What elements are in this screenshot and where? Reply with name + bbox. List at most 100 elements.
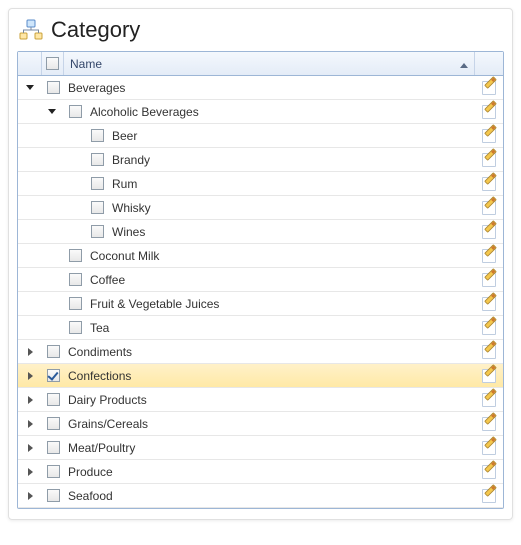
edit-button[interactable] [475,340,503,363]
row-name-cell[interactable]: Produce [64,460,475,483]
expand-toggle[interactable] [18,436,42,459]
row-checkbox[interactable] [64,316,86,339]
expand-toggle[interactable] [18,100,64,123]
checkbox-icon [47,369,60,382]
expand-toggle[interactable] [18,340,42,363]
edit-button[interactable] [475,268,503,291]
row-checkbox[interactable] [64,100,86,123]
expand-toggle[interactable] [18,76,42,99]
row-label: Produce [68,465,113,479]
row-checkbox[interactable] [42,412,64,435]
row-name-cell[interactable]: Confections [64,364,475,387]
row-name-cell[interactable]: Whisky [108,196,475,219]
row-checkbox[interactable] [86,148,108,171]
expand-toggle[interactable] [18,364,42,387]
edit-button[interactable] [475,124,503,147]
row-checkbox[interactable] [42,436,64,459]
row-checkbox[interactable] [64,268,86,291]
tree-row[interactable]: Condiments [18,340,503,364]
expand-toggle[interactable] [18,388,42,411]
tree-row[interactable]: Dairy Products [18,388,503,412]
edit-pencil-icon [482,249,496,263]
edit-pencil-icon [482,417,496,431]
tree-row[interactable]: Beverages [18,76,503,100]
row-name-cell[interactable]: Brandy [108,148,475,171]
row-checkbox[interactable] [42,460,64,483]
row-checkbox[interactable] [42,388,64,411]
row-name-cell[interactable]: Wines [108,220,475,243]
edit-button[interactable] [475,292,503,315]
edit-button[interactable] [475,148,503,171]
edit-button[interactable] [475,244,503,267]
row-checkbox[interactable] [64,292,86,315]
row-name-cell[interactable]: Condiments [64,340,475,363]
row-name-cell[interactable]: Beer [108,124,475,147]
tree-row[interactable]: Grains/Cereals [18,412,503,436]
tree-row[interactable]: Produce [18,460,503,484]
expand-placeholder [69,203,79,213]
row-checkbox[interactable] [64,244,86,267]
edit-button[interactable] [475,460,503,483]
tree-row[interactable]: Meat/Poultry [18,436,503,460]
edit-button[interactable] [475,220,503,243]
row-checkbox[interactable] [86,172,108,195]
expand-toggle [18,124,86,147]
tree-row[interactable]: Beer [18,124,503,148]
expand-toggle[interactable] [18,412,42,435]
row-name-cell[interactable]: Coconut Milk [86,244,475,267]
expand-placeholder [47,299,57,309]
header-name-column[interactable]: Name [64,52,475,75]
edit-button[interactable] [475,172,503,195]
row-name-cell[interactable]: Rum [108,172,475,195]
row-name-cell[interactable]: Dairy Products [64,388,475,411]
edit-pencil-icon [482,441,496,455]
tree-row[interactable]: Seafood [18,484,503,508]
tree-row[interactable]: Coconut Milk [18,244,503,268]
tree-row[interactable]: Rum [18,172,503,196]
row-name-cell[interactable]: Tea [86,316,475,339]
tree-row[interactable]: Brandy [18,148,503,172]
tree-row[interactable]: Coffee [18,268,503,292]
chevron-right-icon [28,420,33,428]
tree-row[interactable]: Tea [18,316,503,340]
row-name-cell[interactable]: Beverages [64,76,475,99]
edit-button[interactable] [475,388,503,411]
tree-row[interactable]: Confections [18,364,503,388]
edit-button[interactable] [475,436,503,459]
checkbox-icon [69,321,82,334]
edit-button[interactable] [475,412,503,435]
row-name-cell[interactable]: Grains/Cereals [64,412,475,435]
row-checkbox[interactable] [86,124,108,147]
row-name-cell[interactable]: Fruit & Vegetable Juices [86,292,475,315]
row-checkbox[interactable] [42,76,64,99]
edit-button[interactable] [475,76,503,99]
row-checkbox[interactable] [86,220,108,243]
chevron-right-icon [28,444,33,452]
row-checkbox[interactable] [42,364,64,387]
tree-row[interactable]: Wines [18,220,503,244]
row-name-cell[interactable]: Alcoholic Beverages [86,100,475,123]
row-checkbox[interactable] [42,484,64,507]
edit-button[interactable] [475,100,503,123]
tree-row[interactable]: Alcoholic Beverages [18,100,503,124]
edit-button[interactable] [475,196,503,219]
row-name-cell[interactable]: Coffee [86,268,475,291]
edit-button[interactable] [475,364,503,387]
header-select-all[interactable] [42,52,64,75]
row-name-cell[interactable]: Seafood [64,484,475,507]
row-checkbox[interactable] [86,196,108,219]
row-name-cell[interactable]: Meat/Poultry [64,436,475,459]
sitemap-icon [19,19,43,41]
checkbox-icon [47,393,60,406]
expand-toggle[interactable] [18,460,42,483]
tree-row[interactable]: Fruit & Vegetable Juices [18,292,503,316]
edit-button[interactable] [475,316,503,339]
edit-pencil-icon [482,153,496,167]
edit-button[interactable] [475,484,503,507]
expand-toggle[interactable] [18,484,42,507]
chevron-right-icon [28,396,33,404]
row-checkbox[interactable] [42,340,64,363]
tree-row[interactable]: Whisky [18,196,503,220]
header-edit-column [475,52,503,75]
expand-placeholder [47,323,57,333]
